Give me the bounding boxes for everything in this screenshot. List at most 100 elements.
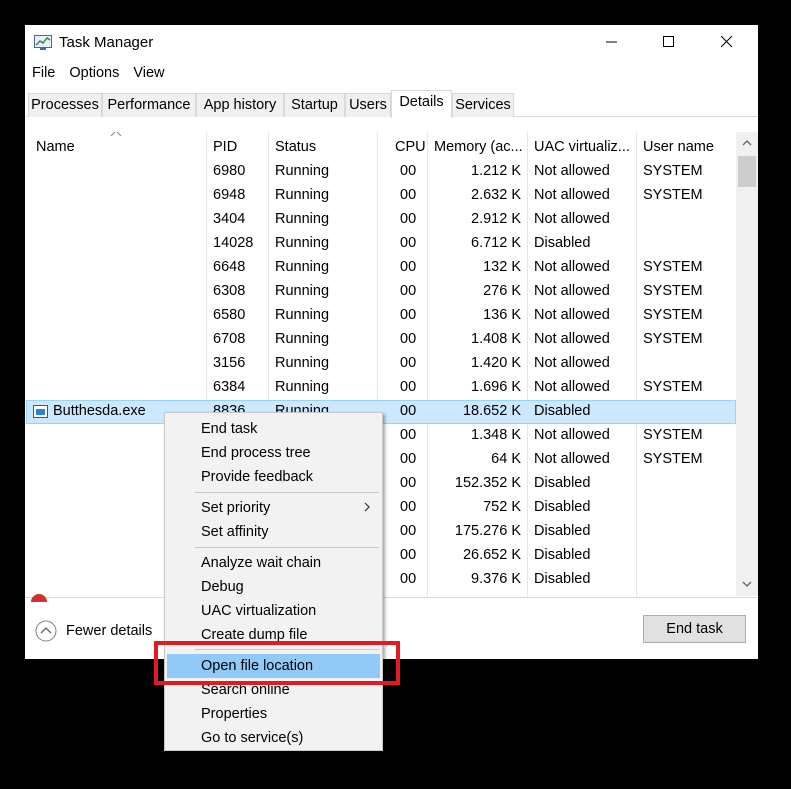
menu-item-analyze-wait-chain[interactable]: Analyze wait chain [167, 551, 380, 575]
table-row[interactable]: 14028 Running 00 6.712 K Disabled [25, 232, 735, 256]
cell-memory: 276 K [483, 283, 521, 299]
cell-pid: 6980 [213, 163, 246, 179]
cell-pid: 6948 [213, 187, 246, 203]
cell-pid: 6308 [213, 283, 246, 299]
menu-item-uac-virtualization[interactable]: UAC virtualization [167, 599, 380, 623]
fewer-details-toggle[interactable]: Fewer details [35, 620, 152, 642]
menu-item-end-process-tree[interactable]: End process tree [167, 441, 380, 465]
cell-cpu: 00 [400, 163, 417, 179]
column-header-status[interactable]: Status [275, 139, 316, 155]
menu-item-label: Set priority [201, 500, 271, 516]
cell-status: Running [275, 355, 330, 371]
column-header-name[interactable]: Name [36, 139, 75, 155]
tab-performance[interactable]: Performance [102, 93, 196, 117]
title-bar[interactable]: Task Manager [25, 25, 758, 61]
menu-item-provide-feedback[interactable]: Provide feedback [167, 465, 380, 489]
menu-item-label: Go to service(s) [201, 730, 304, 746]
column-header-memory[interactable]: Memory (ac... [434, 139, 524, 155]
table-row[interactable]: 6384 Running 00 1.696 K Not allowed SYST… [25, 376, 735, 400]
cell-cpu: 00 [400, 523, 417, 539]
cell-memory: 136 K [483, 307, 521, 323]
tab-processes[interactable]: Processes [28, 93, 102, 117]
table-row[interactable]: 6708 Running 00 1.408 K Not allowed SYST… [25, 328, 735, 352]
close-icon [721, 36, 733, 48]
cell-cpu: 00 [400, 187, 417, 203]
scroll-down-button[interactable] [736, 575, 758, 593]
details-table: Name PID Status CPU Memory (ac... UAC vi… [25, 132, 758, 597]
table-row[interactable]: 6580 Running 00 136 K Not allowed SYSTEM [25, 304, 735, 328]
menu-options[interactable]: Options [62, 63, 126, 85]
column-header-uac[interactable]: UAC virtualiz... [534, 139, 634, 155]
menu-item-label: Properties [201, 706, 268, 722]
menu-item-set-affinity[interactable]: Set affinity [167, 520, 380, 544]
tab-strip: Processes Performance App history Startu… [25, 90, 758, 118]
cell-status: Running [275, 331, 330, 347]
cell-user: SYSTEM [643, 307, 703, 323]
menu-item-label: Analyze wait chain [201, 555, 322, 571]
maximize-icon [663, 36, 674, 47]
cell-cpu: 00 [400, 211, 417, 227]
cell-uac: Disabled [534, 571, 591, 587]
chevron-up-icon [742, 140, 752, 146]
minimize-icon [606, 41, 617, 43]
cell-cpu: 00 [400, 331, 417, 347]
table-row[interactable]: 3404 Running 00 2.912 K Not allowed [25, 208, 735, 232]
cell-uac: Not allowed [534, 283, 610, 299]
cell-uac: Disabled [534, 499, 591, 515]
tab-startup[interactable]: Startup [284, 93, 345, 117]
cell-pid: 3404 [213, 211, 246, 227]
menu-item-debug[interactable]: Debug [167, 575, 380, 599]
scroll-up-button[interactable] [736, 134, 758, 152]
column-header-pid[interactable]: PID [213, 139, 237, 155]
cell-uac: Not allowed [534, 259, 610, 275]
cell-uac: Disabled [534, 523, 591, 539]
tab-details[interactable]: Details [391, 90, 452, 118]
maximize-button[interactable] [646, 25, 692, 59]
cell-uac: Not allowed [534, 427, 610, 443]
vertical-scrollbar[interactable] [736, 132, 758, 596]
cell-status: Running [275, 235, 330, 251]
menu-separator [195, 492, 379, 493]
cell-memory: 1.348 K [471, 427, 521, 443]
table-row[interactable]: 6648 Running 00 132 K Not allowed SYSTEM [25, 256, 735, 280]
cell-memory: 132 K [483, 259, 521, 275]
cell-user: SYSTEM [643, 259, 703, 275]
tab-users[interactable]: Users [345, 93, 391, 117]
table-row[interactable]: 6948 Running 00 2.632 K Not allowed SYST… [25, 184, 735, 208]
cell-memory: 6.712 K [471, 235, 521, 251]
column-header-cpu[interactable]: CPU [395, 139, 426, 155]
menu-item-end-task[interactable]: End task [167, 417, 380, 441]
cell-status: Running [275, 187, 330, 203]
menu-item-set-priority[interactable]: Set priority [167, 496, 380, 520]
menu-file[interactable]: File [25, 63, 62, 85]
table-row[interactable]: 6980 Running 00 1.212 K Not allowed SYST… [25, 160, 735, 184]
cell-memory: 1.696 K [471, 379, 521, 395]
tab-services[interactable]: Services [452, 93, 514, 117]
cell-memory: 9.376 K [471, 571, 521, 587]
table-row[interactable]: 6308 Running 00 276 K Not allowed SYSTEM [25, 280, 735, 304]
task-manager-window: Task Manager File Options View Processes… [25, 25, 758, 659]
cell-cpu: 00 [400, 499, 417, 515]
cell-cpu: 00 [400, 403, 417, 419]
menu-item-label: Provide feedback [201, 469, 314, 485]
cell-uac: Not allowed [534, 355, 610, 371]
cell-memory: 1.212 K [471, 163, 521, 179]
end-task-button[interactable]: End task [643, 615, 746, 643]
chevron-up-circle-icon [35, 620, 57, 642]
table-header: Name PID Status CPU Memory (ac... UAC vi… [25, 132, 735, 160]
cell-user: SYSTEM [643, 379, 703, 395]
menu-view[interactable]: View [126, 63, 171, 85]
column-header-user-name[interactable]: User name [643, 139, 714, 155]
cell-pid: 14028 [213, 235, 254, 251]
close-button[interactable] [704, 25, 750, 59]
cell-uac: Not allowed [534, 163, 610, 179]
table-row[interactable]: 3156 Running 00 1.420 K Not allowed [25, 352, 735, 376]
scrollbar-thumb[interactable] [738, 156, 756, 187]
menu-item-properties[interactable]: Properties [167, 702, 380, 726]
menu-item-go-to-services[interactable]: Go to service(s) [167, 726, 380, 750]
tab-app-history[interactable]: App history [196, 93, 284, 117]
minimize-button[interactable] [589, 25, 635, 59]
cell-memory: 752 K [483, 499, 521, 515]
cell-pid: 6648 [213, 259, 246, 275]
cell-uac: Not allowed [534, 187, 610, 203]
